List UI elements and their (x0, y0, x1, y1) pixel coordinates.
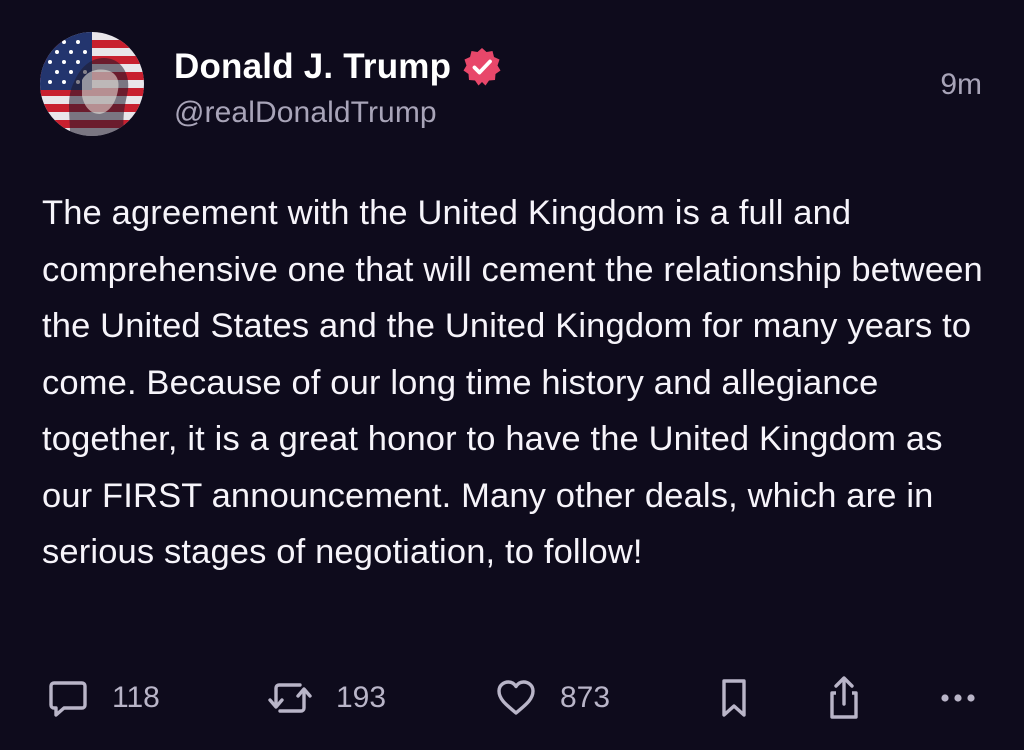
bookmark-button[interactable] (716, 668, 752, 728)
comment-icon (46, 676, 90, 720)
like-count: 873 (560, 681, 611, 714)
like-button[interactable]: 873 (494, 668, 610, 728)
reply-count: 118 (112, 681, 160, 714)
post-actions-bar: 118 193 873 (0, 668, 1024, 728)
reply-button[interactable]: 118 (46, 668, 160, 728)
repost-button[interactable]: 193 (266, 668, 386, 728)
repost-count: 193 (336, 681, 387, 714)
verified-badge-icon (461, 46, 503, 88)
author-handle[interactable]: @realDonaldTrump (174, 96, 437, 130)
more-icon (938, 688, 978, 708)
avatar-flag-portrait-icon (40, 32, 144, 136)
heart-icon (494, 676, 538, 720)
post-text: The agreement with the United Kingdom is… (42, 194, 983, 571)
avatar[interactable] (40, 32, 144, 136)
repost-icon (266, 676, 314, 720)
share-icon (824, 675, 864, 721)
post-timestamp[interactable]: 9m (940, 68, 982, 102)
more-options-button[interactable] (938, 668, 978, 728)
bookmark-icon (716, 676, 752, 720)
share-button[interactable] (824, 668, 864, 728)
post-card: Donald J. Trump @realDonaldTrump 9m The … (0, 0, 1024, 750)
author-display-name[interactable]: Donald J. Trump (174, 47, 451, 87)
author-name-row: Donald J. Trump (174, 44, 503, 90)
